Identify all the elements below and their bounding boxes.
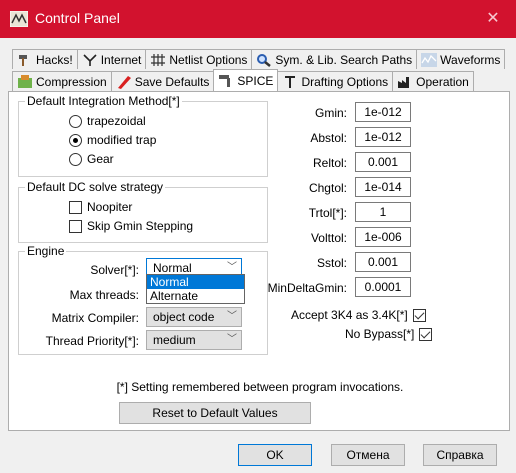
abstol-label: Abstol: [310,131,347,145]
checkbox-box[interactable] [69,219,82,233]
trtol-label: Trtol[*]: [308,206,347,220]
radio-gear[interactable]: Gear [69,152,114,166]
checkbox-box-checked[interactable] [419,327,433,341]
tab-hacks[interactable]: Hacks! [12,49,78,69]
netlist-grid-icon [151,53,166,66]
integration-method-group: Default Integration Method[*] trapezoida… [18,94,268,177]
magnifier-icon [257,53,272,67]
waveform-icon [421,52,438,67]
sstol-field[interactable]: 0.001 [355,252,411,272]
radio-dot[interactable] [69,114,82,128]
chgtol-label: Chgtol: [308,181,347,195]
thread-priority-select[interactable]: medium ﹀ [146,330,242,350]
tab-drafting-options[interactable]: Drafting Options [277,71,394,91]
title-bar: Control Panel ✕ [0,0,516,38]
radio-dot-selected[interactable] [69,133,82,147]
integration-method-title: Default Integration Method[*] [25,94,182,108]
accept-3k4-checkbox[interactable]: Accept 3K4 as 3.4K[*] [291,308,426,322]
reltol-field[interactable]: 0.001 [355,152,411,172]
spice-tab-panel: Default Integration Method[*] trapezoida… [8,91,510,431]
radio-modified-trap[interactable]: modified trap [69,133,156,147]
cancel-button[interactable]: Отмена [331,444,405,466]
compression-icon [18,74,32,88]
chevron-down-icon: ﹀ [227,311,237,322]
tab-waveforms[interactable]: Waveforms [416,49,506,69]
no-bypass-checkbox[interactable]: No Bypass[*] [345,327,433,341]
matrix-compiler-label: Matrix Compiler: [51,311,139,325]
max-threads-label: Max threads: [69,288,139,302]
abstol-field[interactable]: 1e-012 [355,127,411,147]
chgtol-field[interactable]: 1e-014 [355,177,411,197]
radio-trapezoidal[interactable]: trapezoidal [69,114,146,128]
ltspice-logo-icon [10,11,28,27]
reltol-label: Reltol: [312,156,347,170]
tab-netlist-options[interactable]: Netlist Options [145,49,253,69]
dc-solve-group: Default DC solve strategy Noopiter Skip … [18,180,268,243]
mindeltagmin-field[interactable]: 0.0001 [355,277,411,297]
tab-search-paths[interactable]: Sym. & Lib. Search Paths [251,49,418,69]
checkbox-box-checked[interactable] [412,308,426,322]
thread-priority-label: Thread Priority[*]: [45,334,139,348]
tab-internet[interactable]: Internet [76,49,147,69]
solver-dropdown-list: Normal Alternate [146,274,245,304]
trtol-field[interactable]: 1 [355,202,411,222]
factory-icon [398,76,410,88]
tab-operation[interactable]: Operation [392,71,474,91]
reset-defaults-button[interactable]: Reset to Default Values [119,402,311,424]
remembered-note: [*] Setting remembered between program i… [116,380,404,394]
chevron-down-icon: ﹀ [227,334,237,345]
checkbox-box[interactable] [69,200,82,214]
solver-label: Solver[*]: [90,263,139,277]
noopiter-checkbox[interactable]: Noopiter [69,200,132,214]
engine-title: Engine [25,244,67,258]
pin-icon [285,75,296,88]
mindeltagmin-label: MinDeltaGmin: [267,281,347,295]
tab-row-bottom: Compression Save Defaults SPICE Drafting… [12,69,474,91]
volttol-field[interactable]: 1e-006 [355,227,411,247]
volttol-label: Volttol: [310,231,347,245]
pen-icon [117,75,131,89]
close-icon[interactable]: ✕ [470,0,516,38]
skip-gmin-checkbox[interactable]: Skip Gmin Stepping [69,219,193,233]
help-button[interactable]: Справка [423,444,497,466]
solver-option-normal[interactable]: Normal [147,275,244,289]
matrix-compiler-select[interactable]: object code ﹀ [146,307,242,327]
sstol-label: Sstol: [316,256,347,270]
ok-button[interactable]: OK [238,444,312,466]
radio-dot[interactable] [69,152,82,166]
tab-spice[interactable]: SPICE [213,69,279,91]
solver-option-alternate[interactable]: Alternate [147,289,244,303]
tab-row-top: Hacks! Internet Netlist Options Sym. & L… [12,49,506,69]
dc-solve-title: Default DC solve strategy [25,180,166,194]
window-title: Control Panel [35,10,120,26]
spice-tool-icon [219,74,231,87]
gmin-label: Gmin: [314,106,347,120]
hammer-icon [19,54,27,66]
antenna-icon [83,53,97,66]
tab-save-defaults[interactable]: Save Defaults [110,71,215,91]
tab-compression[interactable]: Compression [12,71,112,91]
gmin-field[interactable]: 1e-012 [355,102,411,122]
